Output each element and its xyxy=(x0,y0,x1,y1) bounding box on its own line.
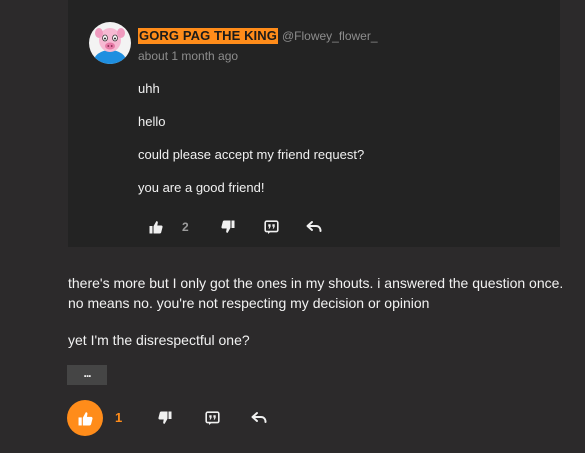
username-link[interactable]: GORG PAG THE KING xyxy=(138,28,278,44)
reply-icon[interactable] xyxy=(249,408,269,428)
user-handle[interactable]: @Flowey_flower_ xyxy=(282,28,378,44)
quoted-post-card: GORG PAG THE KING @Flowey_flower_ about … xyxy=(68,0,560,247)
quoted-message-line: hello xyxy=(138,114,166,129)
quote-icon[interactable] xyxy=(261,217,281,237)
like-count: 1 xyxy=(115,410,123,425)
thumbs-down-icon[interactable] xyxy=(155,408,175,428)
thumbs-down-icon[interactable] xyxy=(218,217,238,237)
quote-icon[interactable] xyxy=(202,408,222,428)
quoted-message-line: could please accept my friend request? xyxy=(138,147,365,162)
username-row: GORG PAG THE KING @Flowey_flower_ xyxy=(138,28,378,44)
avatar[interactable] xyxy=(88,21,132,65)
thumbs-up-icon xyxy=(78,411,93,426)
post-paragraph: yet I'm the disrespectful one? xyxy=(68,332,250,348)
more-options-button[interactable]: ... xyxy=(67,365,107,385)
thumbs-up-icon[interactable] xyxy=(146,217,166,237)
like-button[interactable] xyxy=(67,400,103,436)
page: GORG PAG THE KING @Flowey_flower_ about … xyxy=(0,0,585,453)
reply-icon[interactable] xyxy=(304,217,324,237)
quoted-message-line: uhh xyxy=(138,81,160,96)
like-count: 2 xyxy=(182,220,189,234)
quoted-message-line: you are a good friend! xyxy=(138,180,265,195)
post-timestamp[interactable]: about 1 month ago xyxy=(138,49,238,63)
post-paragraph: there's more but I only got the ones in … xyxy=(68,275,564,311)
